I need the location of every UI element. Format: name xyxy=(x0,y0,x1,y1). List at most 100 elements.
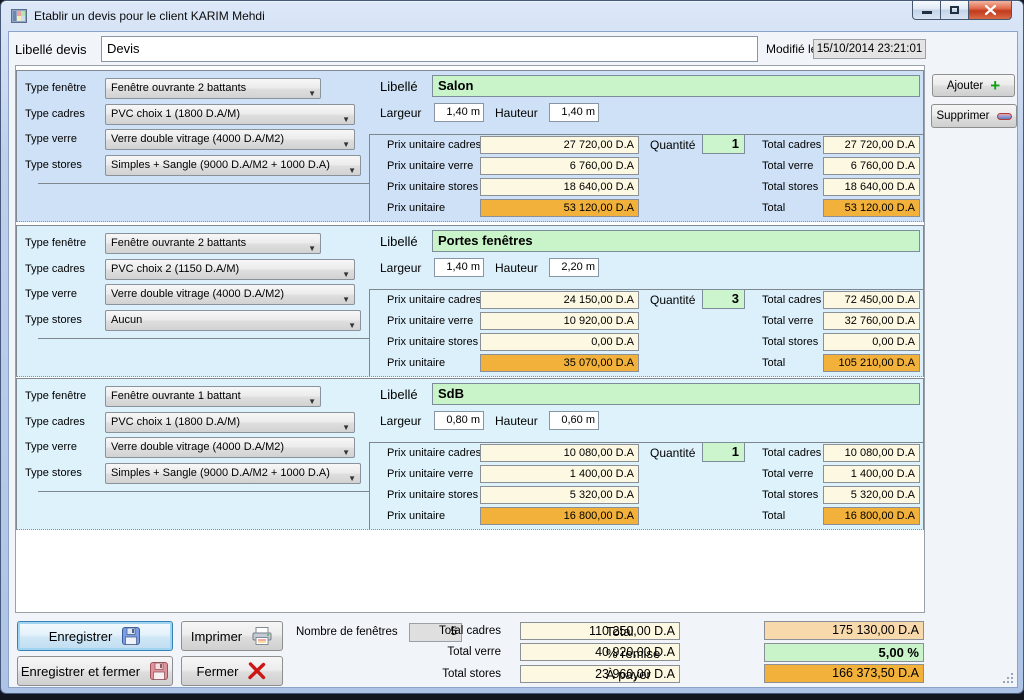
type-verre-value: Verre double vitrage (4000 D.A/M2) xyxy=(111,133,284,145)
close-form-button[interactable]: Fermer xyxy=(181,656,283,686)
total-cadres-label: Total cadres xyxy=(762,139,821,151)
type-stores-select[interactable]: Simples + Sangle (9000 D.A/M2 + 1000 D.A… xyxy=(105,463,361,484)
quantite-input[interactable]: 1 xyxy=(702,442,745,462)
close-icon xyxy=(969,1,1012,20)
type-cadres-label: Type cadres xyxy=(25,263,85,275)
save-and-close-button[interactable]: Enregistrer et fermer xyxy=(17,656,173,686)
title-bar[interactable]: Etablir un devis pour le client KARIM Me… xyxy=(1,1,1023,31)
libelle-input[interactable]: SdB xyxy=(432,383,920,405)
total-cadres-value: 10 080,00 D.A xyxy=(823,444,920,462)
total-verre-label: Total verre xyxy=(762,468,813,480)
hauteur-label: Hauteur xyxy=(495,414,538,428)
quantite-input[interactable]: 1 xyxy=(702,134,745,154)
type-cadres-value: PVC choix 2 (1150 D.A/M) xyxy=(111,263,239,275)
groupbox-divider xyxy=(38,491,369,492)
type-stores-label: Type stores xyxy=(25,467,82,479)
pu-stores-value: 5 320,00 D.A xyxy=(480,486,639,504)
chevron-down-icon: ▼ xyxy=(342,110,350,125)
pu-cadres-value: 10 080,00 D.A xyxy=(480,444,639,462)
pu-cadres-value: 27 720,00 D.A xyxy=(480,136,639,154)
quote-line-section-sdb: Type fenêtre Fenêtre ouvrante 1 battant▼… xyxy=(16,378,924,530)
remise-input[interactable]: 5,00 % xyxy=(764,643,924,662)
plus-icon: + xyxy=(990,81,1000,91)
pu-label: Prix unitaire xyxy=(387,357,445,369)
delete-button-label: Supprimer xyxy=(936,110,989,122)
type-verre-select[interactable]: Verre double vitrage (4000 D.A/M2)▼ xyxy=(105,437,355,458)
largeur-label: Largeur xyxy=(380,261,421,275)
hauteur-label: Hauteur xyxy=(495,261,538,275)
add-button-label: Ajouter xyxy=(947,80,983,92)
delete-button[interactable]: Supprimer xyxy=(931,104,1017,128)
chevron-down-icon: ▼ xyxy=(348,161,356,176)
type-fenetre-select[interactable]: Fenêtre ouvrante 1 battant▼ xyxy=(105,386,321,407)
type-fenetre-value: Fenêtre ouvrante 2 battants xyxy=(111,82,246,94)
minimize-button[interactable] xyxy=(912,1,941,20)
largeur-label: Largeur xyxy=(380,106,421,120)
pu-stores-value: 18 640,00 D.A xyxy=(480,178,639,196)
red-x-icon xyxy=(247,661,267,681)
hauteur-input[interactable]: 1,40 m xyxy=(549,103,599,122)
footer-total-verre-label: Total verre xyxy=(329,646,501,658)
add-button[interactable]: Ajouter + xyxy=(932,74,1015,97)
minimize-icon xyxy=(922,11,932,14)
pu-verre-label: Prix unitaire verre xyxy=(387,315,473,327)
a-payer-value: 166 373,50 D.A xyxy=(764,664,924,683)
hauteur-input[interactable]: 0,60 m xyxy=(549,411,599,430)
chevron-down-icon: ▼ xyxy=(348,469,356,484)
total-stores-value: 0,00 D.A xyxy=(823,333,920,351)
largeur-input[interactable]: 0,80 m xyxy=(434,411,484,430)
quantite-input[interactable]: 3 xyxy=(702,289,745,309)
total-verre-label: Total verre xyxy=(762,315,813,327)
a-payer-label: À payer xyxy=(606,667,651,682)
close-form-button-label: Fermer xyxy=(197,664,239,679)
devis-input[interactable]: Devis xyxy=(101,36,758,62)
chevron-down-icon: ▼ xyxy=(348,316,356,331)
type-verre-select[interactable]: Verre double vitrage (4000 D.A/M2)▼ xyxy=(105,284,355,305)
maximize-button[interactable] xyxy=(941,1,969,20)
pu-stores-label: Prix unitaire stores xyxy=(387,489,478,501)
largeur-input[interactable]: 1,40 m xyxy=(434,103,484,122)
groupbox-divider xyxy=(38,183,369,184)
type-cadres-select[interactable]: PVC choix 1 (1800 D.A/M)▼ xyxy=(105,104,355,125)
libelle-input[interactable]: Salon xyxy=(432,75,920,97)
chevron-down-icon: ▼ xyxy=(342,265,350,280)
close-button[interactable] xyxy=(969,1,1012,20)
hauteur-input[interactable]: 2,20 m xyxy=(549,258,599,277)
minus-icon xyxy=(997,113,1012,120)
total-verre-label: Total verre xyxy=(762,160,813,172)
dialog-window: Etablir un devis pour le client KARIM Me… xyxy=(0,0,1024,694)
save-close-floppy-icon xyxy=(149,661,169,681)
total-stores-value: 5 320,00 D.A xyxy=(823,486,920,504)
pu-stores-label: Prix unitaire stores xyxy=(387,336,478,348)
quantite-label: Quantité xyxy=(650,446,695,460)
total-value: 53 120,00 D.A xyxy=(823,199,920,217)
libelle-input[interactable]: Portes fenêtres xyxy=(432,230,920,252)
total-label: Total xyxy=(762,357,785,369)
type-stores-label: Type stores xyxy=(25,314,82,326)
chevron-down-icon: ▼ xyxy=(308,239,316,254)
total-stores-label: Total stores xyxy=(762,489,818,501)
type-fenetre-value: Fenêtre ouvrante 1 battant xyxy=(111,390,241,402)
print-button[interactable]: Imprimer xyxy=(181,621,283,651)
total-value: 16 800,00 D.A xyxy=(823,507,920,525)
libelle-label: Libellé xyxy=(380,79,418,94)
pu-verre-value: 10 920,00 D.A xyxy=(480,312,639,330)
save-button[interactable]: Enregistrer xyxy=(17,621,173,651)
resize-grip[interactable] xyxy=(1002,672,1014,684)
type-verre-select[interactable]: Verre double vitrage (4000 D.A/M2)▼ xyxy=(105,129,355,150)
app-icon xyxy=(11,8,27,24)
type-cadres-select[interactable]: PVC choix 1 (1800 D.A/M)▼ xyxy=(105,412,355,433)
type-fenetre-select[interactable]: Fenêtre ouvrante 2 battants▼ xyxy=(105,233,321,254)
chevron-down-icon: ▼ xyxy=(342,418,350,433)
pu-verre-value: 1 400,00 D.A xyxy=(480,465,639,483)
pu-total-value: 53 120,00 D.A xyxy=(480,199,639,217)
type-fenetre-select[interactable]: Fenêtre ouvrante 2 battants▼ xyxy=(105,78,321,99)
libelle-label: Libellé xyxy=(380,234,418,249)
type-stores-select[interactable]: Aucun▼ xyxy=(105,310,361,331)
largeur-input[interactable]: 1,40 m xyxy=(434,258,484,277)
pu-cadres-label: Prix unitaire cadres xyxy=(387,447,481,459)
type-stores-select[interactable]: Simples + Sangle (9000 D.A/M2 + 1000 D.A… xyxy=(105,155,361,176)
type-cadres-select[interactable]: PVC choix 2 (1150 D.A/M) ▼ xyxy=(105,259,355,280)
pu-total-value: 35 070,00 D.A xyxy=(480,354,639,372)
type-fenetre-label: Type fenêtre xyxy=(25,237,86,249)
